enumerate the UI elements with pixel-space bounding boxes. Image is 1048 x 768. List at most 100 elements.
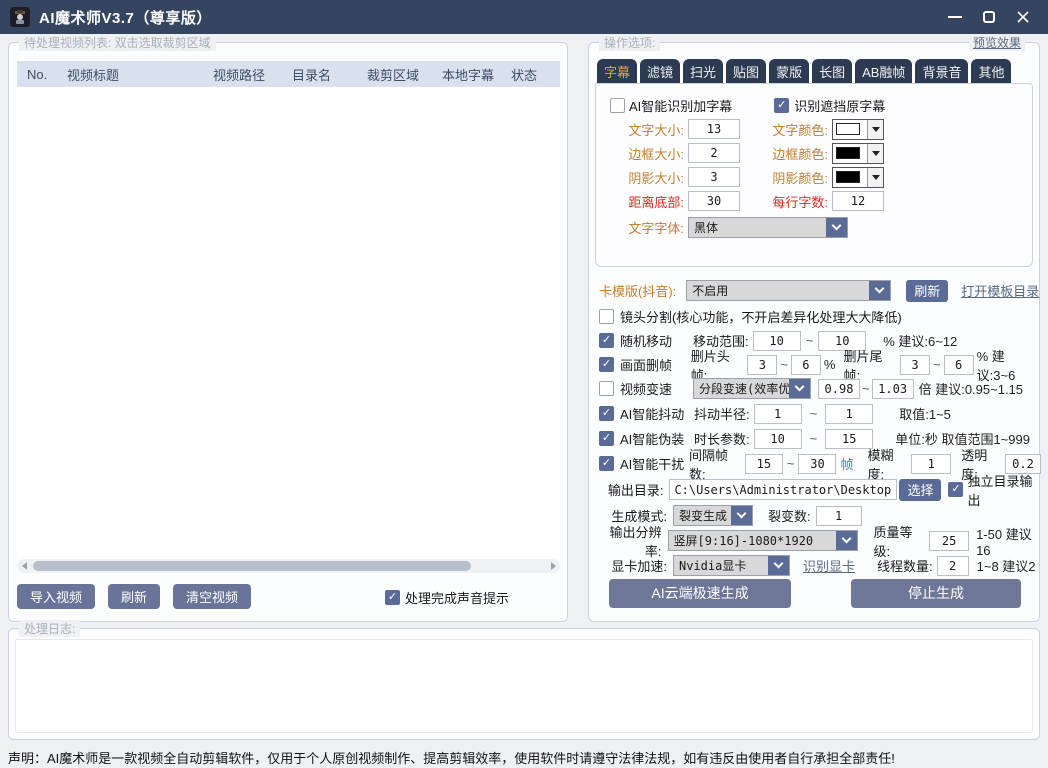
tab-other[interactable]: 其他 — [971, 59, 1011, 85]
jitter-min-input[interactable]: 1 — [754, 404, 802, 424]
maximize-icon — [983, 11, 995, 23]
import-video-button[interactable]: 导入视频 — [17, 584, 95, 609]
quality-input[interactable]: 25 — [929, 531, 969, 551]
interference-checkbox[interactable] — [599, 456, 614, 471]
gen-mode-value: 裂变生成 — [674, 507, 731, 524]
column-crop: 裁剪区域 — [357, 65, 432, 84]
lens-split-checkbox[interactable] — [599, 309, 614, 324]
gpu-value: Nvidia显卡 — [674, 557, 751, 574]
duration-max-input[interactable]: 15 — [825, 429, 873, 449]
magician-icon — [13, 10, 27, 24]
output-dir-input[interactable]: C:\Users\Administrator\Desktop — [669, 479, 897, 500]
shadow-color-swatch — [836, 171, 860, 183]
disguise-checkbox[interactable] — [599, 431, 614, 446]
scrollbar-thumb[interactable] — [33, 561, 471, 571]
tab-filter[interactable]: 滤镜 — [640, 59, 680, 85]
minimize-button[interactable] — [938, 3, 972, 31]
refresh-list-button[interactable]: 刷新 — [108, 584, 160, 609]
text-color-dropdown[interactable] — [832, 119, 884, 140]
chars-per-line-input[interactable]: 12 — [832, 191, 884, 211]
tab-mask[interactable]: 蒙版 — [769, 59, 809, 85]
log-output-area[interactable] — [15, 639, 1033, 733]
trim-tail-min-input[interactable]: 3 — [900, 355, 930, 375]
tab-long-image[interactable]: 长图 — [812, 59, 852, 85]
template-dropdown[interactable]: 不启用 — [686, 280, 891, 301]
cloud-generate-button[interactable]: AI云端极速生成 — [609, 579, 791, 608]
mask-original-subtitle-label: 识别遮挡原字幕 — [794, 96, 885, 115]
threads-input[interactable]: 2 — [937, 556, 969, 576]
output-dir-row: 输出目录: C:\Users\Administrator\Desktop 选择 … — [589, 478, 1041, 501]
threads-hint: 1~8 建议2 — [977, 556, 1036, 575]
shadow-size-input[interactable]: 3 — [688, 167, 740, 187]
resolution-dropdown[interactable]: 竖屏[9:16]-1080*1920 — [668, 530, 858, 551]
speed-max-input[interactable]: 1.03 — [872, 379, 914, 399]
independent-dir-checkbox[interactable] — [948, 482, 963, 497]
preview-effect-link[interactable]: 预览效果 — [969, 34, 1025, 51]
video-list-area[interactable] — [17, 87, 560, 557]
text-size-input[interactable]: 13 — [688, 119, 740, 139]
move-range-min-input[interactable]: 10 — [753, 331, 801, 351]
gen-mode-dropdown-icon[interactable] — [731, 506, 752, 525]
bottom-distance-label: 距离底部: — [612, 192, 684, 211]
gpu-dropdown-icon[interactable] — [768, 556, 789, 575]
speed-mode-dropdown[interactable]: 分段变速(效率优 — [693, 378, 811, 399]
resolution-row: 输出分辨率: 竖屏[9:16]-1080*1920 质量等级: 25 1-50 … — [589, 529, 1041, 552]
sound-tip-checkbox[interactable] — [385, 590, 400, 605]
font-row: 文字字体: 黑体 — [612, 216, 848, 238]
gpu-dropdown[interactable]: Nvidia显卡 — [673, 555, 790, 576]
trim-head-max-input[interactable]: 6 — [791, 355, 821, 375]
lens-split-row: 镜头分割(核心功能，不开启差异化处理大大降低) — [589, 305, 1041, 328]
shadow-color-dropdown[interactable] — [832, 167, 884, 188]
speed-mode-dropdown-icon[interactable] — [789, 379, 810, 398]
maximize-button[interactable] — [972, 3, 1006, 31]
template-dropdown-icon[interactable] — [869, 281, 890, 300]
fission-count-input[interactable]: 1 — [816, 506, 862, 526]
template-refresh-button[interactable]: 刷新 — [906, 280, 948, 302]
border-color-dropdown-icon[interactable] — [867, 144, 883, 163]
jitter-max-input[interactable]: 1 — [825, 404, 873, 424]
gen-mode-dropdown[interactable]: 裂变生成 — [673, 505, 753, 526]
font-dropdown[interactable]: 黑体 — [688, 217, 848, 238]
tab-sticker[interactable]: 贴图 — [726, 59, 766, 85]
tab-subtitle[interactable]: 字幕 — [597, 59, 637, 85]
font-dropdown-icon[interactable] — [826, 218, 847, 237]
choose-dir-button[interactable]: 选择 — [899, 479, 941, 501]
speed-checkbox[interactable] — [599, 381, 614, 396]
fission-count-label: 裂变数: — [768, 506, 811, 525]
text-color-dropdown-icon[interactable] — [867, 120, 883, 139]
clear-video-button[interactable]: 清空视频 — [173, 584, 251, 609]
ai-add-subtitle-checkbox[interactable] — [610, 98, 625, 113]
options-tabs: 字幕 滤镜 扫光 贴图 蒙版 长图 AB融帧 背景音 其他 — [597, 59, 1011, 85]
trim-head-min-input[interactable]: 3 — [747, 355, 777, 375]
tab-ab-blend[interactable]: AB融帧 — [855, 59, 912, 85]
stop-generate-button[interactable]: 停止生成 — [851, 579, 1021, 608]
speed-min-input[interactable]: 0.98 — [818, 379, 860, 399]
mask-original-subtitle-checkbox[interactable] — [774, 98, 789, 113]
tab-sweep-light[interactable]: 扫光 — [683, 59, 723, 85]
resolution-dropdown-icon[interactable] — [836, 531, 857, 550]
horizontal-scrollbar[interactable] — [17, 559, 560, 573]
random-move-checkbox[interactable] — [599, 333, 614, 348]
ai-add-subtitle-label: AI智能识别加字幕 — [629, 96, 732, 115]
font-value: 黑体 — [689, 219, 723, 236]
scroll-right-icon[interactable] — [546, 559, 560, 573]
sound-tip-checkbox-row: 处理完成声音提示 — [385, 588, 509, 607]
open-template-dir-link[interactable]: 打开模板目录 — [961, 281, 1039, 300]
interval-max-input[interactable]: 30 — [798, 454, 836, 474]
close-button[interactable] — [1006, 3, 1040, 31]
shadow-color-dropdown-icon[interactable] — [867, 168, 883, 187]
scroll-left-icon[interactable] — [17, 559, 31, 573]
border-size-input[interactable]: 2 — [688, 143, 740, 163]
text-color-label: 文字颜色: — [758, 120, 828, 139]
duration-min-input[interactable]: 10 — [754, 429, 802, 449]
speed-label: 视频变速 — [620, 379, 680, 398]
jitter-checkbox[interactable] — [599, 406, 614, 421]
border-color-dropdown[interactable] — [832, 143, 884, 164]
detect-gpu-link[interactable]: 识别显卡 — [803, 556, 855, 575]
bottom-distance-input[interactable]: 30 — [688, 191, 740, 211]
frame-trim-checkbox[interactable] — [599, 357, 614, 372]
trim-tail-max-input[interactable]: 6 — [944, 355, 974, 375]
tab-background-audio[interactable]: 背景音 — [915, 59, 968, 85]
blur-input[interactable]: 1 — [911, 454, 951, 474]
interval-min-input[interactable]: 15 — [745, 454, 783, 474]
